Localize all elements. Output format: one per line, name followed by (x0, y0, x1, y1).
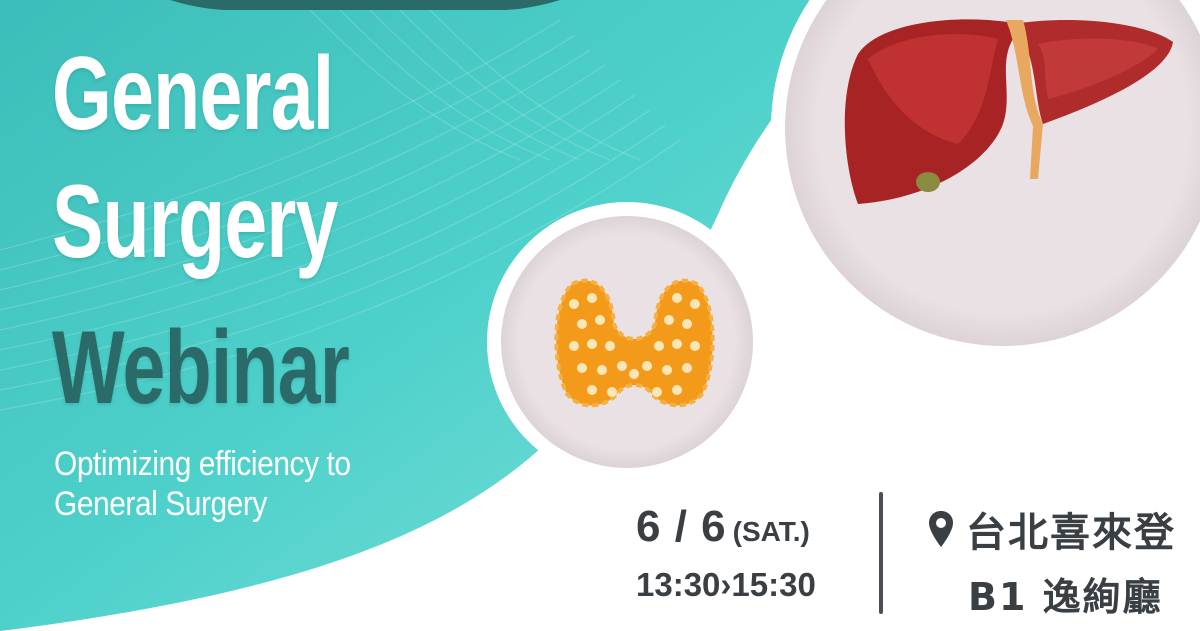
weekday: (SAT.) (732, 516, 810, 547)
event-time: 13:30›15:30 (636, 566, 816, 603)
subtitle: Optimizing efficiency to General Surgery (54, 444, 351, 524)
event-date: 6 / 6 (SAT.) (636, 502, 810, 552)
subtitle-line2: General Surgery (54, 485, 267, 523)
thyroid-illustration (554, 278, 715, 408)
location-pin-icon (929, 511, 953, 547)
venue: 台北喜來登 B1 逸絢廳 (928, 500, 1176, 621)
divider (879, 492, 883, 614)
venue-room: B1 逸絢廳 (968, 575, 1163, 619)
date-value: 6 / 6 (636, 502, 727, 551)
title-general: General (52, 36, 334, 152)
subtitle-line1: Optimizing efficiency to (54, 445, 351, 483)
title-webinar: Webinar (52, 310, 350, 426)
liver-illustration (844, 19, 1173, 204)
title-surgery: Surgery (52, 164, 338, 280)
webinar-banner: General Surgery Webinar Optimizing effic… (0, 0, 1200, 631)
venue-name: 台北喜來登 (966, 510, 1176, 556)
